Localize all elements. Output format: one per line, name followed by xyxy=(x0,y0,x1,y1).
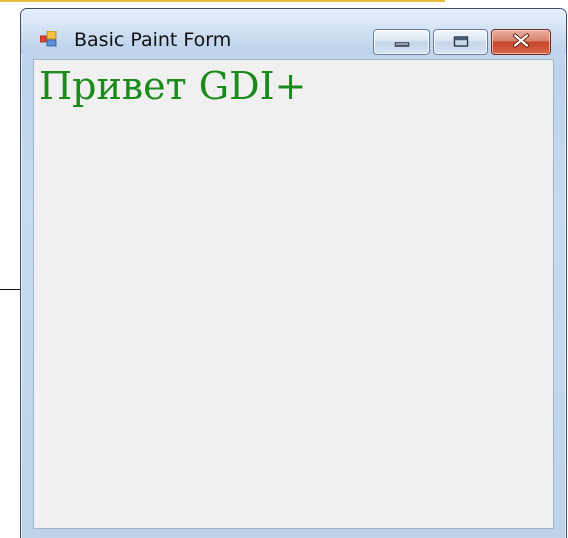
minimize-icon xyxy=(394,33,410,52)
screenshot-stage: Basic Paint Form Привет GDI+ xyxy=(0,0,568,538)
app-form-icon[interactable] xyxy=(39,30,58,47)
basic-paint-window[interactable]: Basic Paint Form Привет GDI+ xyxy=(20,8,567,538)
paint-client-area[interactable]: Привет GDI+ xyxy=(33,59,554,529)
maximize-button[interactable] xyxy=(433,29,488,55)
close-icon xyxy=(512,33,530,52)
minimize-button[interactable] xyxy=(373,29,430,55)
maximize-icon xyxy=(453,33,469,52)
window-title: Basic Paint Form xyxy=(74,29,232,51)
title-bar[interactable]: Basic Paint Form xyxy=(21,9,566,55)
top-rule xyxy=(0,0,445,2)
greeting-text: Привет GDI+ xyxy=(39,64,307,108)
close-button[interactable] xyxy=(491,29,551,55)
connector-line xyxy=(0,289,22,290)
